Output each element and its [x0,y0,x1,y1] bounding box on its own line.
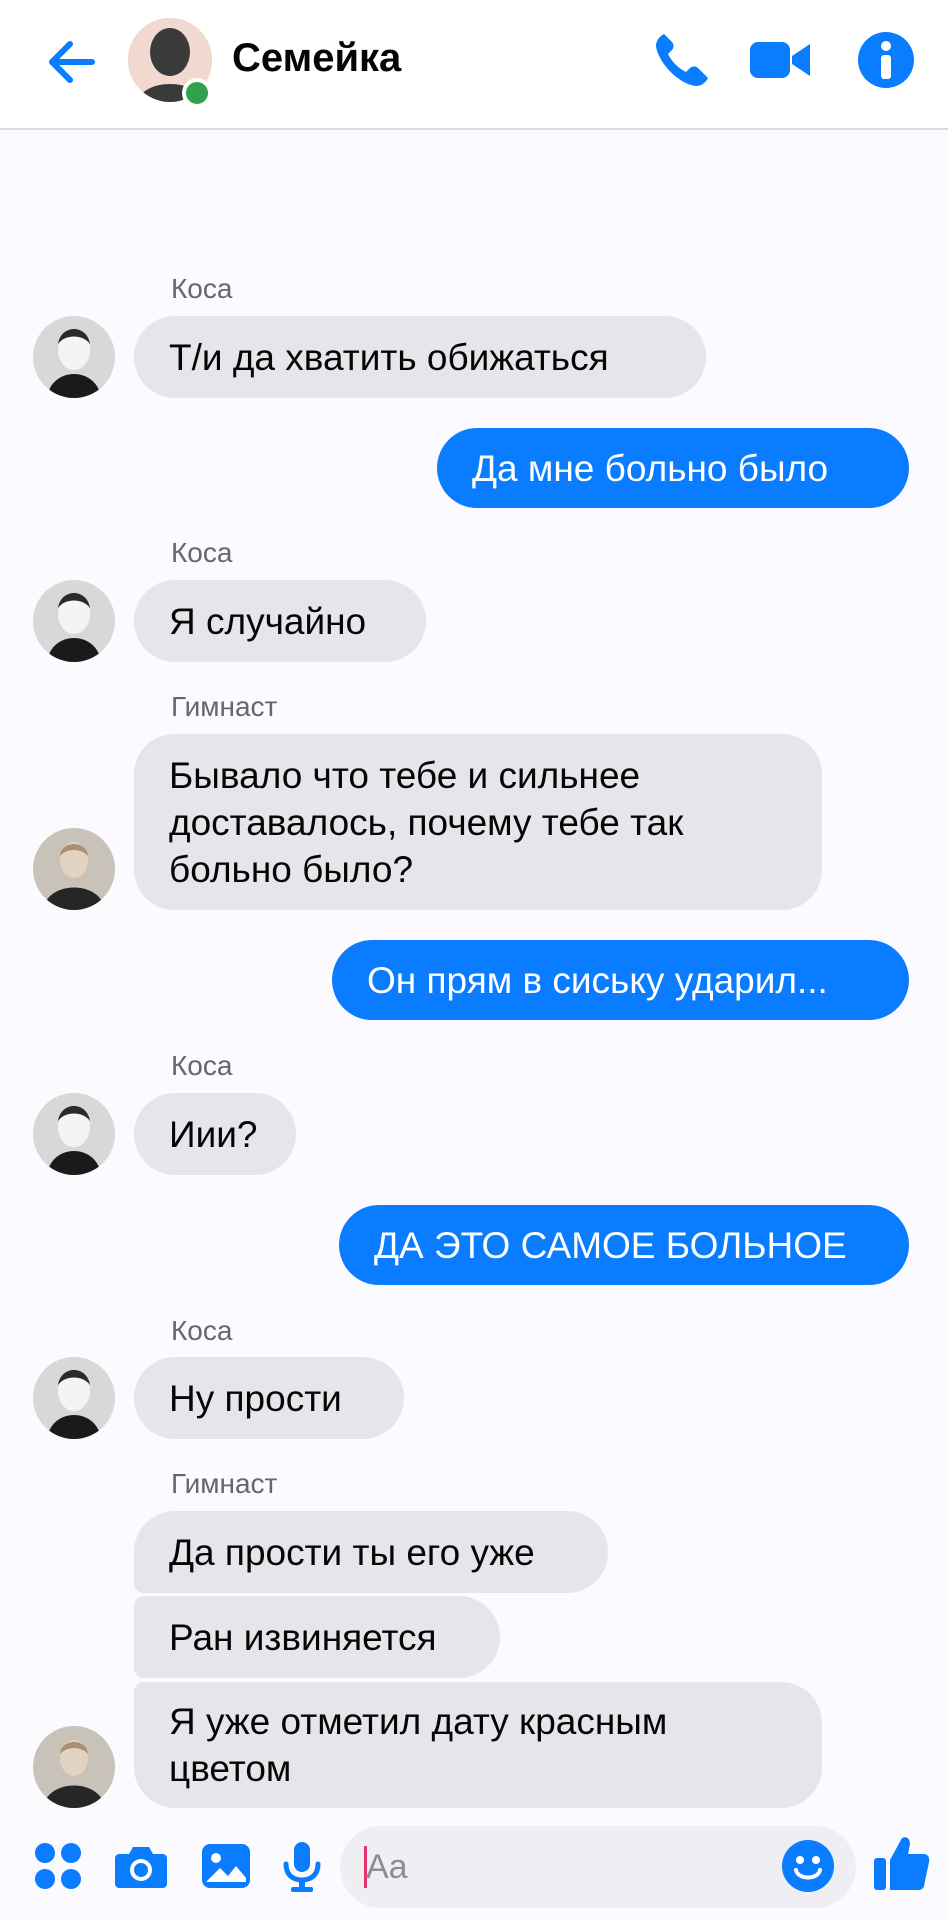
avatar-kosa[interactable] [33,580,115,662]
sender-name: Коса [171,537,233,568]
incoming-message[interactable]: Т/и да хватить обижаться [134,316,706,398]
outgoing-message[interactable]: Он прям в сиську ударил... [332,940,909,1020]
camera-icon[interactable] [113,1838,169,1894]
chat-title[interactable]: Семейка [232,36,401,81]
incoming-message[interactable]: Я случайно [134,580,426,662]
incoming-message[interactable]: Ран извиняется [134,1596,500,1678]
online-status-dot [182,78,212,108]
emoji-icon[interactable] [780,1838,836,1894]
incoming-message[interactable]: Я уже отметил дату красным цветом [134,1682,822,1808]
video-camera-icon[interactable] [748,28,812,92]
avatar-kosa[interactable] [33,316,115,398]
sender-name: Коса [171,1050,233,1081]
sender-name: Гимнаст [171,691,278,722]
manga-avatar-image [33,580,115,662]
microphone-icon[interactable] [274,1838,330,1894]
sender-name: Коса [171,1315,233,1346]
avatar-gimnast[interactable] [33,828,115,910]
photo-avatar-image [33,1726,115,1808]
incoming-message[interactable]: Ну прости [134,1357,404,1439]
incoming-message[interactable]: Бывало что тебе и сильнее доставалось, п… [134,734,822,910]
manga-avatar-image [33,1093,115,1175]
sender-name: Гимнаст [171,1468,278,1499]
message-input-placeholder: Aa [366,1848,408,1886]
avatar-gimnast[interactable] [33,1726,115,1808]
phone-icon[interactable] [650,28,714,92]
sender-name: Коса [171,273,233,304]
manga-avatar-image [33,1357,115,1439]
apps-grid-icon[interactable] [30,1838,86,1894]
outgoing-message[interactable]: Да мне больно было [437,428,909,508]
manga-avatar-image [33,316,115,398]
thumbs-up-icon[interactable] [872,1832,932,1894]
gallery-icon[interactable] [198,1838,254,1894]
incoming-message[interactable]: Да прости ты его уже [134,1511,608,1593]
message-input[interactable] [340,1826,856,1908]
info-icon[interactable] [854,28,918,92]
photo-avatar-image [33,828,115,910]
avatar-kosa[interactable] [33,1093,115,1175]
incoming-message[interactable]: Иии? [134,1093,296,1175]
avatar-kosa[interactable] [33,1357,115,1439]
back-arrow-icon[interactable] [40,30,104,94]
outgoing-message[interactable]: ДА ЭТО САМОЕ БОЛЬНОЕ [339,1205,909,1285]
